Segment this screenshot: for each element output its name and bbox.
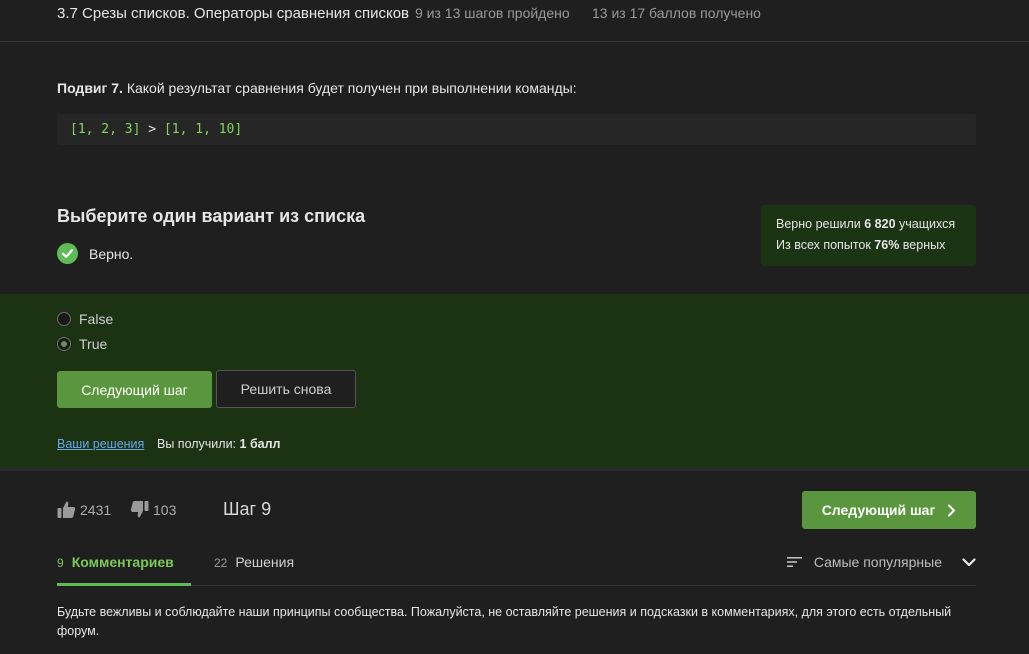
- thumbs-up-icon: [57, 501, 76, 518]
- result-status-text: Верно.: [89, 245, 134, 262]
- your-solutions-link[interactable]: Ваши решения: [57, 437, 144, 451]
- result-status: Верно.: [57, 243, 133, 264]
- chevron-right-icon: [948, 504, 956, 516]
- dislikes-count: 103: [153, 501, 177, 518]
- code-line: [1, 2, 3] > [1, 1, 10]: [70, 122, 242, 137]
- solved-stat: Верно решили 6 820 учащихся: [776, 217, 955, 231]
- chevron-down-icon: [962, 557, 976, 566]
- radio-dot: [61, 341, 67, 347]
- likes-count: 2431: [80, 501, 112, 518]
- comments-tabs: 9 Комментариев 22 Решения Самые популярные: [57, 554, 976, 586]
- sort-lines-icon: [786, 557, 802, 567]
- attempts-stat: Из всех попыток 76% верных: [776, 238, 945, 252]
- next-step-footer-label: Следующий шаг: [821, 502, 936, 518]
- solved-suffix: учащихся: [895, 217, 956, 231]
- tab-solutions-label: Решения: [235, 554, 295, 570]
- next-step-footer-button[interactable]: Следующий шаг: [802, 491, 976, 529]
- tab-solutions[interactable]: 22 Решения: [214, 554, 294, 583]
- points-progress: 13 из 17 баллов получено: [592, 5, 761, 21]
- radio-button[interactable]: [57, 312, 71, 326]
- attempts-suffix: верных: [899, 238, 946, 252]
- received-prefix: Вы получили:: [157, 437, 240, 451]
- code-operator: >: [140, 122, 164, 137]
- retry-button[interactable]: Решить снова: [216, 370, 356, 408]
- solutions-count: 22: [214, 556, 228, 570]
- option-true[interactable]: True: [57, 336, 107, 352]
- dislike-button[interactable]: 103: [130, 500, 176, 519]
- received-value: 1 балл: [239, 437, 281, 451]
- option-label: True: [79, 336, 108, 352]
- sort-label: Самые популярные: [813, 554, 942, 570]
- solved-count: 6 820: [864, 217, 896, 231]
- radio-button-selected[interactable]: [57, 337, 71, 351]
- like-button[interactable]: 2431: [57, 500, 111, 519]
- code-left-operand: [1, 2, 3]: [70, 122, 141, 137]
- sort-dropdown[interactable]: Самые популярные: [786, 554, 976, 570]
- stats-box: Верно решили 6 820 учащихся Из всех попы…: [761, 205, 976, 266]
- steps-progress: 9 из 13 шагов пройдено: [415, 5, 570, 21]
- solved-prefix: Верно решили: [776, 217, 865, 231]
- step-label: Шаг 9: [223, 499, 272, 519]
- code-block: [1, 2, 3] > [1, 1, 10]: [57, 114, 976, 145]
- next-step-button[interactable]: Следующий шаг: [57, 371, 212, 408]
- option-false[interactable]: False: [57, 311, 113, 327]
- question-body: Какой результат сравнения будет получен …: [122, 80, 577, 96]
- tab-comments-label: Комментариев: [71, 554, 174, 570]
- thumbs-down-icon: [130, 501, 149, 518]
- question-prefix: Подвиг 7.: [57, 80, 123, 96]
- question-text: Подвиг 7. Какой результат сравнения буде…: [57, 80, 577, 96]
- check-circle-icon: [57, 243, 78, 264]
- attempts-prefix: Из всех попыток: [776, 238, 875, 252]
- tab-comments[interactable]: 9 Комментариев: [57, 554, 191, 586]
- option-label: False: [79, 311, 114, 327]
- code-right-operand: [1, 1, 10]: [163, 122, 243, 137]
- received-points: Вы получили: 1 балл: [157, 437, 281, 451]
- community-notice: Будьте вежливы и соблюдайте наши принцип…: [57, 605, 952, 638]
- attempts-percent: 76%: [874, 238, 900, 252]
- lesson-title[interactable]: 3.7 Срезы списков. Операторы сравнения с…: [57, 5, 409, 22]
- comments-count: 9: [57, 556, 64, 570]
- quiz-title: Выберите один вариант из списка: [57, 206, 366, 226]
- lesson-header: 3.7 Срезы списков. Операторы сравнения с…: [0, 0, 1029, 42]
